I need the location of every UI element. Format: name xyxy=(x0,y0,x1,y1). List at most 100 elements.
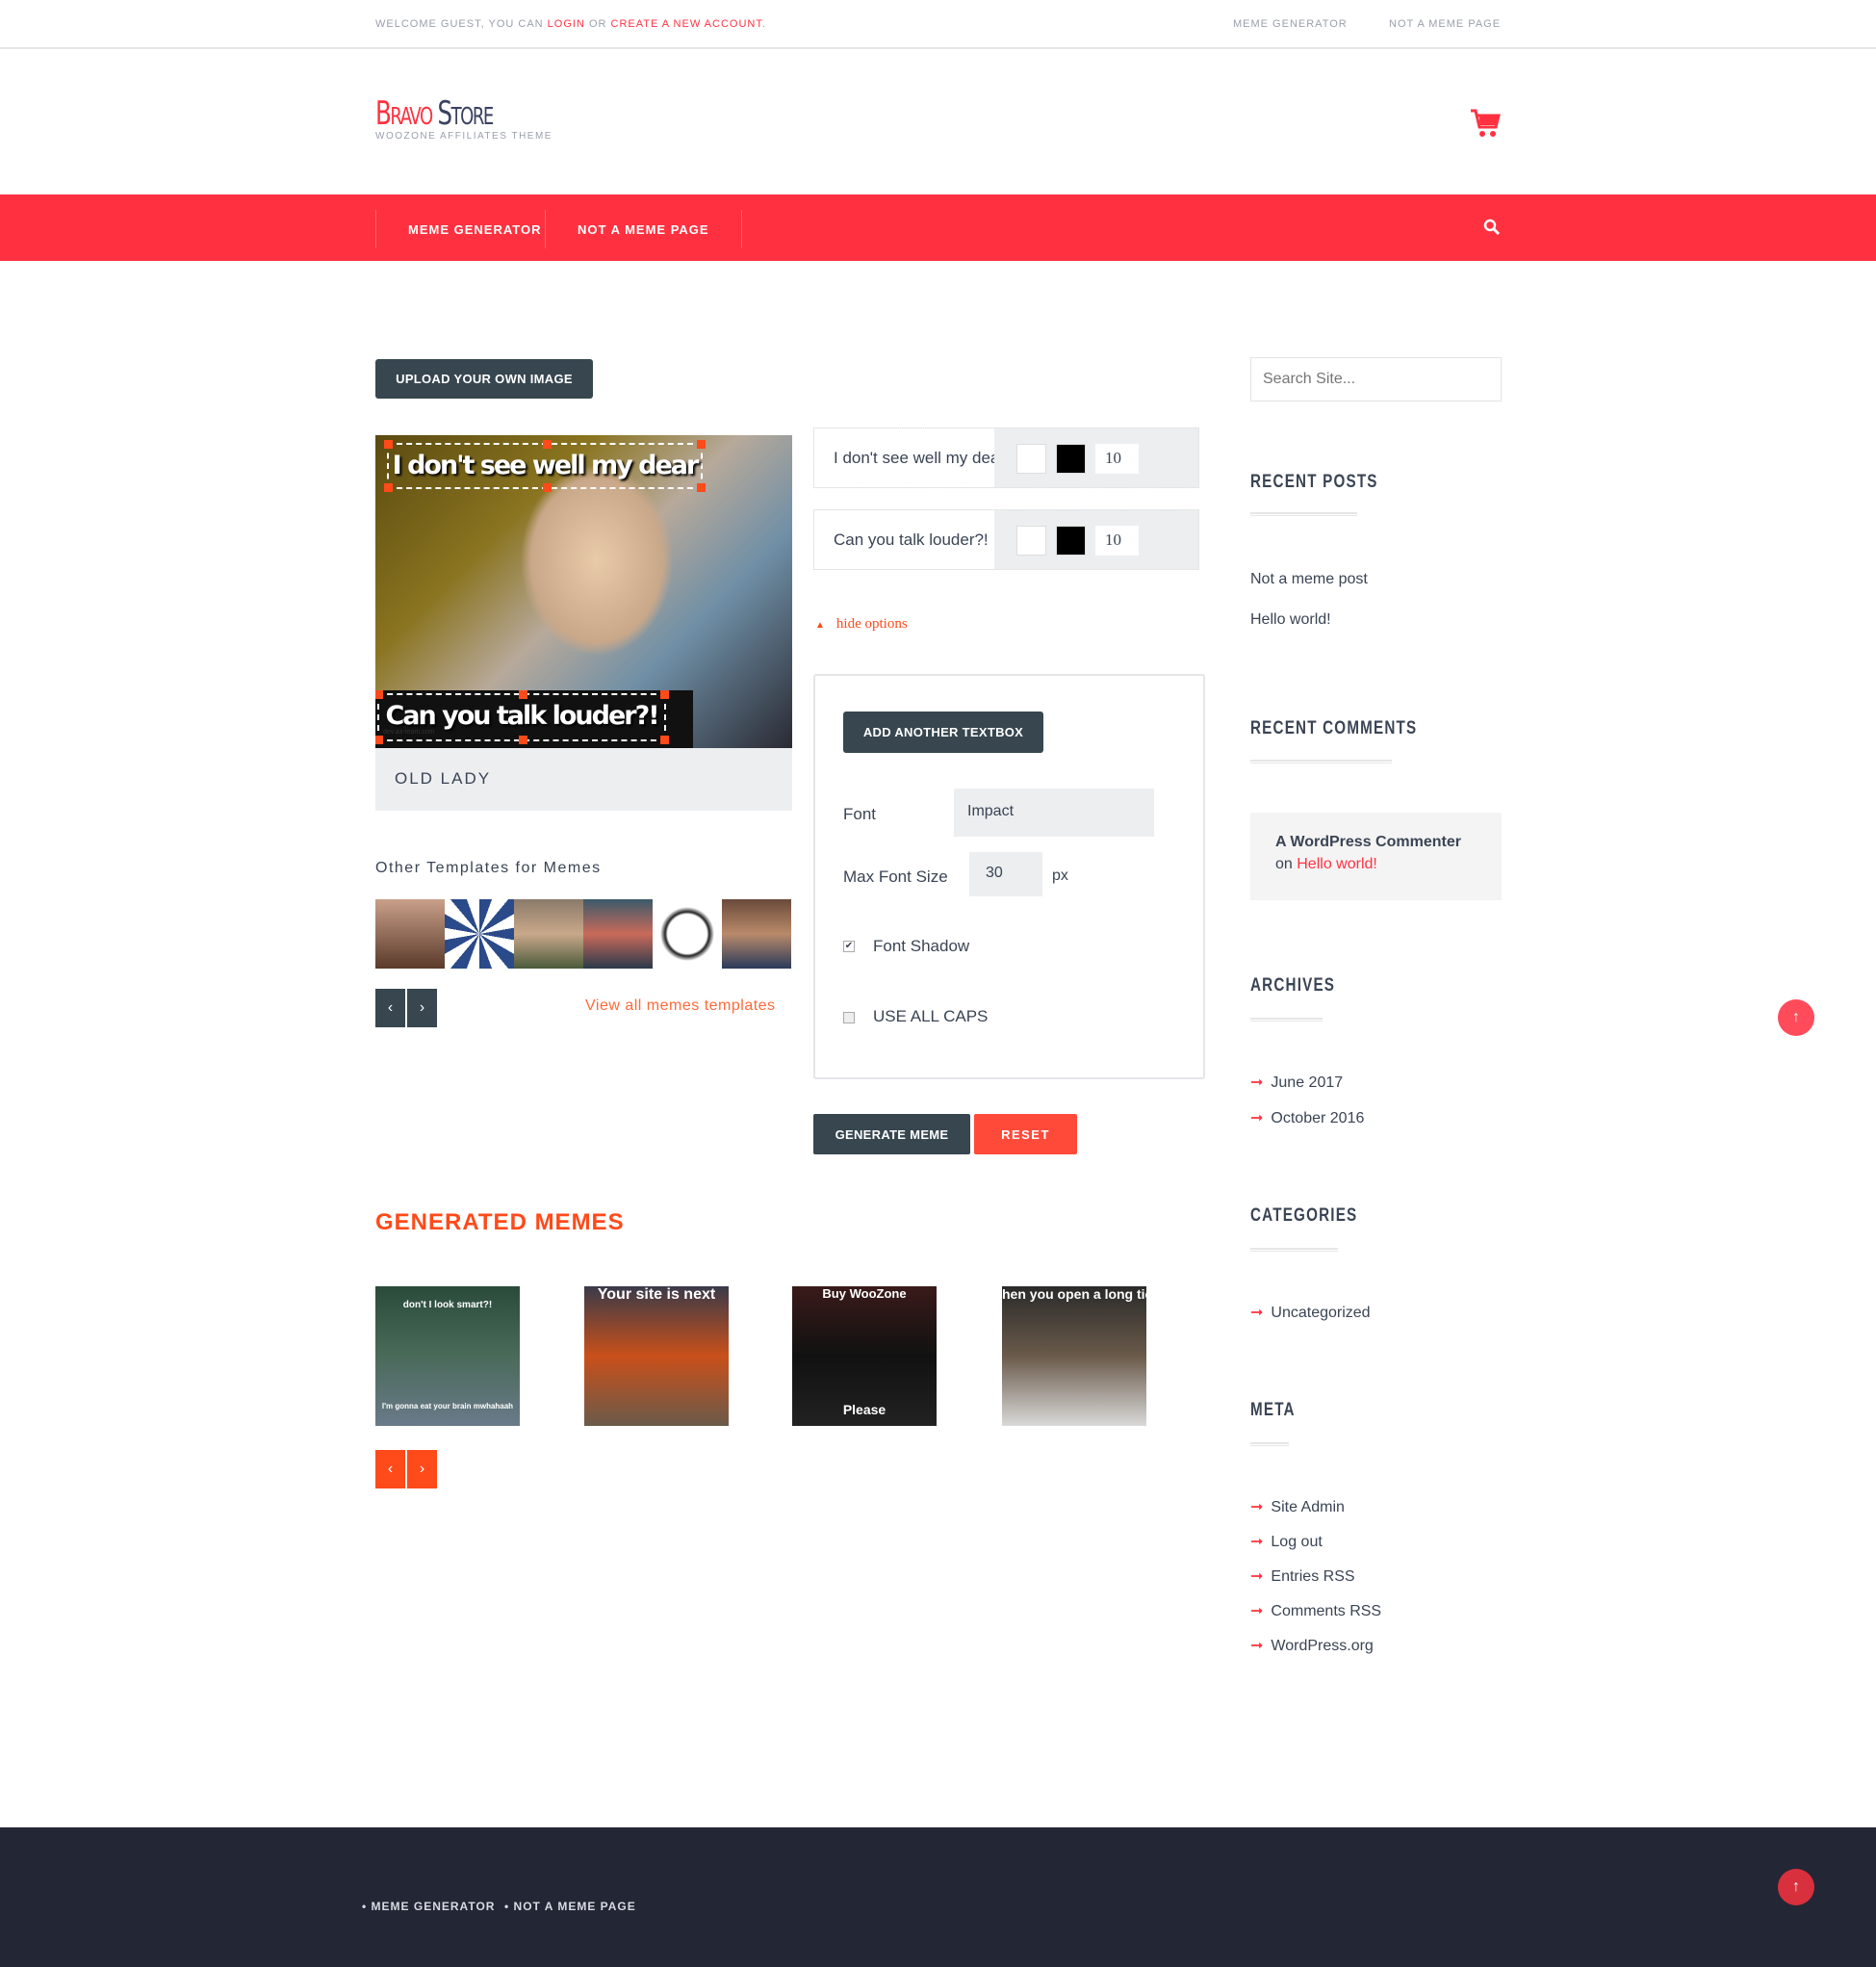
textbox-2-size[interactable]: 10 xyxy=(1095,526,1139,556)
options-panel: ADD ANOTHER TEXTBOX Font Impact Max Font… xyxy=(813,674,1205,1079)
divider xyxy=(1250,760,1392,764)
meta-label: Comments RSS xyxy=(1271,1603,1382,1619)
template-thumb[interactable] xyxy=(375,899,445,969)
reset-button[interactable]: RESET xyxy=(974,1114,1077,1154)
archive-link[interactable]: ➞ June 2017 xyxy=(1250,1073,1343,1092)
font-select[interactable]: Impact xyxy=(954,789,1154,837)
all-caps-checkbox[interactable] xyxy=(843,1012,855,1023)
arrow-right-icon: ➞ xyxy=(1250,1603,1264,1619)
category-link[interactable]: ➞ Uncategorized xyxy=(1250,1303,1371,1322)
template-thumb[interactable] xyxy=(445,899,514,969)
hide-options-link[interactable]: ▲ hide options xyxy=(815,616,908,633)
templates-next-button[interactable]: › xyxy=(407,989,437,1027)
divider xyxy=(1250,1442,1289,1446)
logo-b: B xyxy=(375,94,392,133)
meta-link[interactable]: ➞ Site Admin xyxy=(1250,1497,1345,1516)
meta-label: Site Admin xyxy=(1271,1499,1345,1515)
or-label: OR xyxy=(584,18,611,30)
search-icon[interactable] xyxy=(1483,219,1501,241)
divider xyxy=(1250,512,1357,516)
recent-comment: A WordPress Commenter on Hello world! xyxy=(1250,813,1502,900)
generated-meme[interactable]: hen you open a long tick xyxy=(1002,1286,1146,1426)
footer-scroll-to-top-button[interactable]: ↑ xyxy=(1778,1869,1814,1905)
site-search-input[interactable] xyxy=(1250,357,1502,401)
textbox-1-input[interactable]: I don't see well my dear xyxy=(814,428,994,487)
archive-link[interactable]: ➞ October 2016 xyxy=(1250,1108,1364,1127)
hide-options-label: hide options xyxy=(835,616,908,632)
divider xyxy=(1250,1248,1338,1252)
max-font-size-input[interactable]: 30 xyxy=(969,852,1042,896)
generated-next-button[interactable]: › xyxy=(407,1450,437,1488)
meme-bottom-text: Can you talk louder?! xyxy=(385,701,659,731)
footer-link-label: NOT A MEME PAGE xyxy=(513,1900,636,1913)
outline-color-swatch[interactable] xyxy=(1056,444,1086,474)
meta-link[interactable]: ➞ Entries RSS xyxy=(1250,1566,1355,1586)
textbox-2-input[interactable]: Can you talk louder?! xyxy=(814,510,994,569)
welcome-text: WELCOME GUEST, YOU CAN LOGIN OR CREATE A… xyxy=(375,18,766,30)
arrow-right-icon: ➞ xyxy=(1250,1638,1264,1654)
max-font-size-label: Max Font Size xyxy=(843,867,948,886)
cart-icon[interactable] xyxy=(1469,108,1502,143)
template-thumb[interactable] xyxy=(514,899,583,969)
logo-s: S xyxy=(437,94,452,133)
meta-link[interactable]: ➞ Log out xyxy=(1250,1532,1323,1551)
font-shadow-checkbox[interactable]: ✔ xyxy=(843,941,855,952)
textbox-1-size[interactable]: 10 xyxy=(1095,444,1139,474)
top-link-not-a-meme-page[interactable]: NOT A MEME PAGE xyxy=(1389,18,1501,30)
textbox-row-1: I don't see well my dear 10 xyxy=(813,427,1199,488)
generated-meme[interactable]: Your site is next xyxy=(584,1286,729,1426)
template-thumb[interactable] xyxy=(583,899,653,969)
template-thumb[interactable] xyxy=(722,899,791,969)
footer-link-meme-generator[interactable]: • MEME GENERATOR xyxy=(362,1900,495,1913)
templates-prev-button[interactable]: ‹ xyxy=(375,989,405,1027)
meme-canvas[interactable]: I don't see well my dear Can you talk lo… xyxy=(375,435,792,748)
meta-link[interactable]: ➞ WordPress.org xyxy=(1250,1636,1374,1655)
template-caption: OLD LADY xyxy=(375,748,792,811)
recent-post-link[interactable]: Not a meme post xyxy=(1250,571,1368,588)
generated-prev-button[interactable]: ‹ xyxy=(375,1450,405,1488)
footer-link-not-a-meme-page[interactable]: • NOT A MEME PAGE xyxy=(504,1900,636,1913)
generated-meme-top: hen you open a long tick xyxy=(1002,1286,1146,1302)
view-all-templates-link[interactable]: View all memes templates xyxy=(585,997,776,1015)
generated-meme-top: don't I look smart?! xyxy=(402,1300,493,1310)
text-color-swatch[interactable] xyxy=(1016,526,1046,556)
text-color-swatch[interactable] xyxy=(1016,444,1046,474)
generated-meme[interactable]: don't I look smart?! I'm gonna eat your b… xyxy=(375,1286,520,1426)
meme-top-textbox[interactable]: I don't see well my dear xyxy=(384,440,706,492)
create-account-link[interactable]: CREATE A NEW ACCOUNT xyxy=(611,18,762,30)
generated-meme-top: Buy WooZone xyxy=(822,1286,907,1301)
generate-meme-button[interactable]: GENERATE MEME xyxy=(813,1114,970,1154)
archive-label: October 2016 xyxy=(1271,1110,1365,1126)
comment-post-link[interactable]: Hello world! xyxy=(1297,856,1377,872)
scroll-to-top-button[interactable]: ↑ xyxy=(1778,999,1814,1036)
generated-meme[interactable]: Buy WooZone Please xyxy=(792,1286,937,1426)
template-thumb[interactable] xyxy=(653,899,722,969)
triangle-up-icon: ▲ xyxy=(815,620,825,631)
add-textbox-button[interactable]: ADD ANOTHER TEXTBOX xyxy=(843,712,1043,753)
arrow-right-icon: ➞ xyxy=(1250,1499,1264,1515)
nav-not-a-meme-page[interactable]: NOT A MEME PAGE xyxy=(545,210,742,248)
recent-comments-heading: RECENT COMMENTS xyxy=(1250,718,1418,738)
meta-link[interactable]: ➞ Comments RSS xyxy=(1250,1601,1381,1620)
login-link[interactable]: LOGIN xyxy=(548,18,585,30)
meme-photo-face xyxy=(520,464,674,657)
recent-post-link[interactable]: Hello world! xyxy=(1250,611,1331,629)
generated-memes-title: GENERATED MEMES xyxy=(375,1209,625,1235)
generated-meme-bottom: Please xyxy=(842,1402,887,1417)
outline-color-swatch[interactable] xyxy=(1056,526,1086,556)
meta-heading: META xyxy=(1250,1400,1296,1420)
arrow-right-icon: ➞ xyxy=(1250,1568,1264,1585)
upload-image-button[interactable]: UPLOAD YOUR OWN IMAGE xyxy=(375,359,593,399)
main-nav: MEME GENERATOR NOT A MEME PAGE xyxy=(0,194,1876,261)
dot: . xyxy=(761,18,766,30)
top-link-meme-generator[interactable]: MEME GENERATOR xyxy=(1233,18,1348,30)
categories-heading: CATEGORIES xyxy=(1250,1205,1358,1226)
footer: • MEME GENERATOR • NOT A MEME PAGE ↑ xyxy=(0,1827,1876,1967)
comment-author: A WordPress Commenter xyxy=(1275,834,1461,850)
font-shadow-label: Font Shadow xyxy=(873,937,970,955)
meta-label: Log out xyxy=(1271,1534,1323,1550)
recent-posts-heading: RECENT POSTS xyxy=(1250,472,1378,492)
nav-meme-generator[interactable]: MEME GENERATOR xyxy=(375,210,573,248)
logo[interactable]: BRAVO STORE WOOZONE AFFILIATES THEME xyxy=(375,94,553,142)
all-caps-label: USE ALL CAPS xyxy=(873,1007,989,1025)
